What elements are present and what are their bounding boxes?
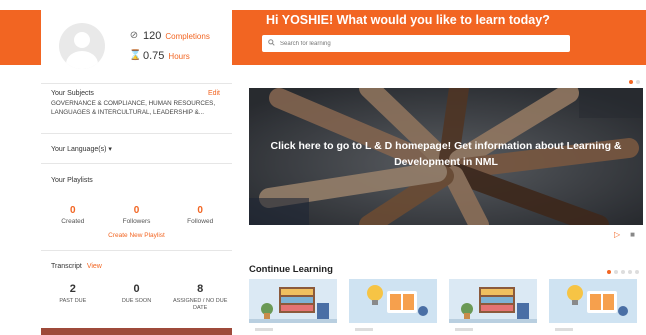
stat-value: 0: [70, 205, 76, 216]
stat-due-soon[interactable]: 0 DUE SOON: [105, 283, 169, 312]
language-dropdown[interactable]: Your Language(s) ▾: [51, 145, 112, 153]
language-divider: [41, 163, 232, 164]
continue-learning-cards: [249, 279, 637, 335]
language-label: Your Language(s): [51, 146, 107, 153]
stat-created[interactable]: 0 Created: [41, 205, 105, 225]
carousel-dot[interactable]: [636, 80, 640, 84]
bookshelf-illustration: [449, 279, 537, 323]
carousel-dots: [629, 80, 640, 84]
stop-icon[interactable]: ■: [630, 230, 635, 239]
continue-learning-title: Continue Learning: [249, 264, 333, 275]
subjects-section: Your Subjects Edit GOVERNANCE & COMPLIAN…: [41, 84, 232, 134]
transcript-card: Transcript View 2 PAST DUE 0 DUE SOON 8 …: [41, 250, 232, 320]
carousel-dot[interactable]: [621, 270, 625, 274]
stat-value: 0: [133, 283, 140, 295]
check-circle-icon: ⊘: [129, 30, 139, 41]
completions-value: 120: [143, 30, 162, 42]
search-input[interactable]: [280, 40, 560, 47]
hours-label[interactable]: Hours: [168, 52, 189, 61]
stat-label: ASSIGNED / NO DUE DATE: [172, 298, 228, 311]
playlist-stats: 0 Created 0 Followers 0 Followed: [41, 205, 232, 225]
subjects-list: GOVERNANCE & COMPLIANCE, HUMAN RESOURCES…: [51, 100, 216, 116]
carousel-dot[interactable]: [629, 80, 633, 84]
chevron-down-icon: ▾: [108, 146, 112, 153]
transcript-title: Transcript: [51, 263, 82, 270]
course-card[interactable]: [549, 279, 637, 335]
stat-followers[interactable]: 0 Followers: [105, 205, 169, 225]
stat-label: PAST DUE: [59, 298, 87, 304]
carousel-dot[interactable]: [614, 270, 618, 274]
carousel-dot[interactable]: [607, 270, 611, 274]
hours-value: 0.75: [143, 50, 165, 62]
transcript-view-link[interactable]: View: [87, 263, 102, 270]
profile-card: ⊘ 120 Completions ⌛ 0.75 Hours: [41, 10, 232, 84]
bookshelf-illustration: [249, 279, 337, 323]
stat-followed[interactable]: 0 Followed: [168, 205, 232, 225]
course-card[interactable]: [249, 279, 337, 335]
stat-value: 8: [197, 283, 204, 295]
stat-value: 0: [133, 205, 140, 216]
lightbulb-book-illustration: [549, 279, 637, 323]
welcome-heading: Hi YOSHIE! What would you like to learn …: [266, 13, 550, 27]
lightbulb-book-illustration: [349, 279, 437, 323]
continue-learning-dots: [607, 270, 639, 274]
stat-assigned[interactable]: 8 ASSIGNED / NO DUE DATE: [168, 283, 232, 312]
hourglass-icon: ⌛: [129, 50, 142, 61]
play-icon[interactable]: ▷: [614, 230, 620, 239]
stat-label: Followed: [187, 218, 214, 225]
carousel-dot[interactable]: [635, 270, 639, 274]
create-playlist-link[interactable]: Create New Playlist: [41, 232, 232, 239]
search-bar[interactable]: [262, 35, 570, 52]
banner-text: Click here to go to L & D homepage! Get …: [270, 140, 622, 168]
stat-label: Followers: [122, 218, 151, 225]
stat-label: DUE SOON: [121, 298, 152, 304]
playlists-title: Your Playlists: [51, 177, 93, 184]
ld-homepage-banner[interactable]: Click here to go to L & D homepage! Get …: [249, 88, 643, 225]
stat-value: 0: [197, 205, 203, 216]
sidebar-bottom-bar: [41, 328, 232, 335]
media-controls: ▷ ■: [614, 230, 635, 239]
avatar[interactable]: [59, 23, 105, 69]
search-icon: [268, 39, 276, 48]
transcript-stats: 2 PAST DUE 0 DUE SOON 8 ASSIGNED / NO DU…: [41, 283, 232, 312]
subjects-title: Your Subjects: [51, 90, 94, 97]
stat-past-due[interactable]: 2 PAST DUE: [41, 283, 105, 312]
hours-stat: ⌛ 0.75 Hours: [129, 50, 190, 62]
course-card[interactable]: [449, 279, 537, 335]
carousel-dot[interactable]: [628, 270, 632, 274]
completions-stat: ⊘ 120 Completions: [129, 30, 210, 42]
page: ⊘ 120 Completions ⌛ 0.75 Hours Your Subj…: [0, 0, 646, 335]
subjects-edit-link[interactable]: Edit: [208, 90, 220, 97]
stat-value: 2: [69, 283, 76, 295]
course-card[interactable]: [349, 279, 437, 335]
stat-label: Created: [61, 218, 85, 225]
transcript-heading: Transcript View: [51, 263, 102, 270]
completions-label[interactable]: Completions: [165, 32, 209, 41]
